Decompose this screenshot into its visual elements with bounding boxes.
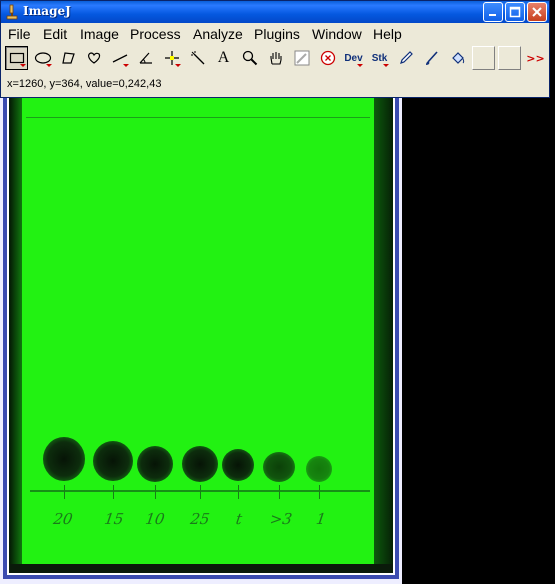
point-tool[interactable]: [160, 46, 183, 70]
spot-lane-1: [43, 437, 85, 481]
empty-tool-slot[interactable]: [498, 46, 521, 70]
minimize-icon: [489, 14, 496, 16]
text-tool[interactable]: A: [212, 46, 235, 70]
menu-file[interactable]: File: [8, 26, 31, 42]
oval-tool-icon: [34, 52, 51, 64]
stk-label: Stk: [371, 52, 388, 64]
microscope-icon: [6, 4, 18, 20]
plate-left-edge: [9, 92, 23, 564]
pencil-tool[interactable]: [394, 46, 417, 70]
rectangle-tool-icon: [9, 52, 24, 64]
menu-help[interactable]: Help: [373, 26, 402, 42]
menu-analyze[interactable]: Analyze: [193, 26, 243, 42]
freehand-tool-icon: [87, 52, 100, 64]
polygon-tool-icon: [61, 52, 75, 64]
close-button[interactable]: [527, 2, 547, 22]
window-title: ImageJ: [23, 4, 71, 18]
close-roi-tool-icon: [320, 50, 335, 66]
brush-tool-icon: [425, 51, 438, 65]
lane-label: t: [234, 510, 244, 528]
title-bar[interactable]: ImageJ: [1, 1, 549, 23]
hand-tool-icon: [269, 52, 282, 65]
lane-label: >3: [268, 510, 294, 528]
spot-lane-6: [263, 452, 295, 482]
lane-tick: [238, 485, 239, 499]
spot-lane-3: [137, 446, 173, 482]
wand-tool-icon: [190, 51, 204, 65]
close-icon: [532, 7, 542, 17]
dev-menu-tool[interactable]: Dev: [342, 46, 365, 70]
plate-right-edge: [374, 92, 393, 564]
lane-label: 1: [314, 510, 328, 528]
hand-tool[interactable]: [264, 46, 287, 70]
lane-tick: [155, 485, 156, 499]
toolbar: A Dev Stk >>: [1, 45, 549, 73]
flood-fill-tool[interactable]: [446, 46, 469, 70]
magnifier-tool[interactable]: [238, 46, 261, 70]
polygon-tool[interactable]: [56, 46, 79, 70]
angle-tool[interactable]: [134, 46, 157, 70]
rectangle-tool[interactable]: [5, 46, 28, 70]
pencil-tool-icon: [399, 51, 413, 64]
lane-tick: [319, 485, 320, 499]
brush-tool[interactable]: [420, 46, 443, 70]
magnifier-tool-icon: [242, 50, 257, 66]
spot-lane-2: [93, 441, 133, 481]
spot-lane-4: [182, 446, 218, 482]
menu-edit[interactable]: Edit: [43, 26, 67, 42]
angle-tool-icon: [139, 52, 152, 64]
close-roi-tool[interactable]: [316, 46, 339, 70]
freehand-tool[interactable]: [82, 46, 105, 70]
lane-tick: [279, 485, 280, 499]
lane-tick: [64, 485, 65, 499]
lane-label: 15: [103, 510, 125, 528]
menu-process[interactable]: Process: [130, 26, 181, 42]
maximize-icon: [509, 6, 521, 18]
flood-fill-tool-icon: [451, 52, 464, 64]
line-tool-icon: [112, 54, 127, 63]
maximize-button[interactable]: [505, 2, 525, 22]
lane-label: 20: [52, 510, 74, 528]
spot-lane-5: [222, 449, 254, 481]
dropper-tool-icon: [294, 50, 309, 66]
solvent-front-line: [26, 117, 370, 118]
tlc-plate[interactable]: [22, 92, 374, 564]
menu-image[interactable]: Image: [80, 26, 119, 42]
status-text: x=1260, y=364, value=0,242,43: [7, 78, 162, 90]
status-bar: x=1260, y=364, value=0,242,43: [1, 73, 549, 97]
dev-label: Dev: [344, 52, 363, 64]
menu-plugins[interactable]: Plugins: [254, 26, 300, 42]
more-tools-button[interactable]: >>: [524, 46, 547, 70]
line-tool[interactable]: [108, 46, 131, 70]
empty-tool-slot[interactable]: [472, 46, 495, 70]
dropper-tool[interactable]: [290, 46, 313, 70]
lane-tick: [113, 485, 114, 499]
stk-menu-tool[interactable]: Stk: [368, 46, 391, 70]
lane-label: 25: [189, 510, 211, 528]
spot-lane-7: [306, 456, 332, 482]
more-tools-label: >>: [526, 51, 545, 65]
text-tool-icon: A: [217, 49, 230, 66]
minimize-button[interactable]: [483, 2, 503, 22]
wand-tool[interactable]: [186, 46, 209, 70]
menu-bar: File Edit Image Process Analyze Plugins …: [1, 23, 549, 45]
menu-window[interactable]: Window: [312, 26, 362, 42]
lane-label: 10: [144, 510, 166, 528]
imagej-main-window: ImageJ File Edit Image Process Analyze P…: [0, 0, 550, 98]
lane-tick: [200, 485, 201, 499]
oval-tool[interactable]: [31, 46, 54, 70]
